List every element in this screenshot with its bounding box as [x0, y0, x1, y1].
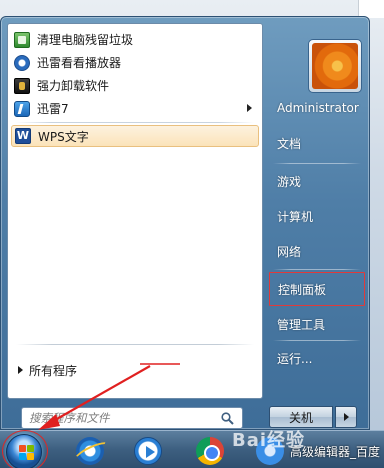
right-item-label: 运行... [277, 351, 313, 366]
program-label: 强力卸载软件 [37, 79, 110, 93]
right-pane-divider [273, 163, 361, 164]
right-item-label: 网络 [277, 244, 302, 259]
shutdown-button[interactable]: 关机 [269, 406, 333, 428]
all-programs-label: 所有程序 [29, 363, 78, 378]
annotation-circle [2, 430, 48, 468]
baidu-watermark: Bai经验 [232, 430, 306, 451]
right-item-control-panel[interactable]: 控制面板 [269, 272, 365, 306]
shutdown-label: 关机 [288, 410, 313, 425]
program-item-cleaner[interactable]: 清理电脑残留垃圾 [8, 28, 262, 51]
right-item-games[interactable]: 游戏 [269, 169, 365, 193]
search-icon[interactable] [221, 412, 234, 425]
right-item-admin-tools[interactable]: 管理工具 [269, 312, 365, 336]
right-item-label: 计算机 [277, 209, 314, 224]
expand-arrow-icon [18, 366, 23, 374]
start-menu-programs-pane: 清理电脑残留垃圾 迅雷看看播放器 强力卸载软件 迅雷7 W WPS文字 所有程序 [7, 23, 263, 399]
start-menu: 清理电脑残留垃圾 迅雷看看播放器 强力卸载软件 迅雷7 W WPS文字 所有程序… [0, 16, 370, 430]
media-player-icon [14, 54, 30, 71]
right-pane-divider [273, 340, 361, 341]
taskbar: 高级编辑器_百度 [0, 430, 384, 468]
xunlei-icon [14, 100, 30, 117]
right-item-label: 控制面板 [278, 282, 327, 297]
right-item-documents[interactable]: 文档 [269, 131, 365, 155]
right-pane-divider [273, 269, 361, 270]
internet-explorer-icon [76, 437, 104, 465]
user-name-item[interactable]: Administrator [269, 96, 365, 120]
uninstall-icon [14, 77, 30, 94]
wps-icon: W [15, 128, 31, 144]
taskbar-ie-button[interactable] [68, 434, 112, 467]
program-item-uninstaller[interactable]: 强力卸载软件 [8, 74, 262, 97]
program-item-xunlei-player[interactable]: 迅雷看看播放器 [8, 51, 262, 74]
right-item-computer[interactable]: 计算机 [269, 204, 365, 228]
search-box[interactable] [21, 407, 243, 429]
all-programs-button[interactable]: 所有程序 [18, 361, 77, 379]
pinned-program-list: 清理电脑残留垃圾 迅雷看看播放器 强力卸载软件 迅雷7 W WPS文字 [8, 28, 262, 149]
submenu-arrow-icon[interactable] [247, 104, 252, 112]
right-item-label: 游戏 [277, 174, 302, 189]
taskbar-chrome-button[interactable] [188, 434, 232, 467]
cleaner-icon [14, 31, 30, 48]
right-item-label: 文档 [277, 136, 302, 151]
start-button[interactable] [2, 430, 48, 468]
right-item-label: 管理工具 [277, 317, 326, 332]
program-label: 清理电脑残留垃圾 [37, 33, 134, 47]
all-programs-divider [16, 344, 254, 345]
program-item-wps[interactable]: W WPS文字 [11, 125, 259, 147]
program-label: 迅雷7 [37, 102, 69, 116]
program-label: 迅雷看看播放器 [37, 56, 122, 70]
program-label: WPS文字 [38, 129, 89, 144]
avatar [312, 43, 358, 89]
program-list-divider [16, 122, 254, 123]
search-input[interactable] [29, 409, 209, 427]
right-item-run[interactable]: 运行... [269, 346, 365, 370]
right-item-network[interactable]: 网络 [269, 239, 365, 263]
user-name-label: Administrator [277, 101, 359, 115]
shutdown-options-button[interactable] [335, 406, 357, 428]
chrome-icon [196, 437, 224, 465]
media-player-icon [134, 437, 162, 465]
program-item-xunlei7[interactable]: 迅雷7 [8, 97, 262, 120]
user-avatar-frame[interactable] [308, 39, 362, 93]
taskbar-media-button[interactable] [126, 434, 170, 467]
